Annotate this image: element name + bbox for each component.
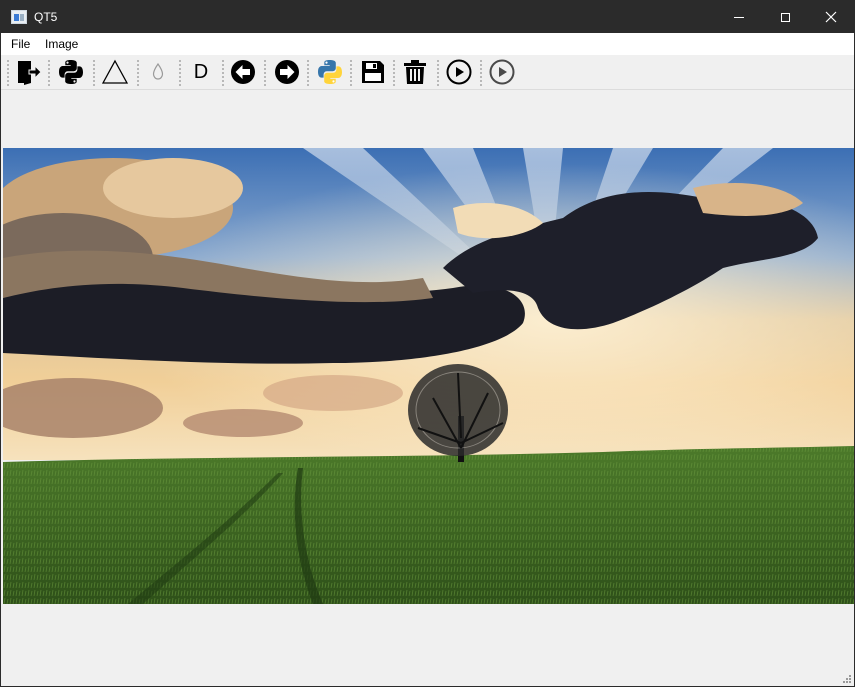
toolbar-separator: [393, 60, 395, 86]
triangle-button[interactable]: [101, 58, 129, 86]
delete-button[interactable]: [401, 58, 429, 86]
resize-grip-icon[interactable]: [841, 673, 851, 683]
toolbar-separator: [307, 60, 309, 86]
toolbar: D: [1, 55, 854, 90]
play-circle-gray-icon: [489, 59, 515, 85]
toolbar-separator: [264, 60, 266, 86]
drop-button[interactable]: [144, 58, 172, 86]
toolbar-separator: [222, 60, 224, 86]
arrow-left-circle-icon: [231, 60, 255, 84]
arrow-right-circle-icon: [275, 60, 299, 84]
python-dark-button[interactable]: [57, 58, 85, 86]
window-title: QT5: [34, 10, 58, 24]
close-button[interactable]: [808, 1, 854, 33]
previous-button[interactable]: [229, 58, 257, 86]
trash-icon: [404, 60, 426, 84]
play-alt-button[interactable]: [488, 58, 516, 86]
landscape-image: [3, 148, 854, 604]
d-button[interactable]: D: [187, 58, 215, 86]
toolbar-separator: [480, 60, 482, 86]
exit-button[interactable]: [14, 58, 42, 86]
app-icon: [11, 10, 27, 24]
minimize-button[interactable]: [716, 1, 762, 33]
minimize-icon: [734, 16, 744, 18]
menu-file[interactable]: File: [11, 37, 30, 51]
landscape-picture: [3, 148, 854, 604]
toolbar-separator: [48, 60, 50, 86]
python-logo-icon: [59, 60, 83, 84]
title-bar[interactable]: QT5: [1, 1, 854, 33]
toolbar-separator: [137, 60, 139, 86]
python-color-button[interactable]: [316, 58, 344, 86]
floppy-save-icon: [362, 61, 384, 83]
toolbar-separator: [179, 60, 181, 86]
maximize-icon: [780, 12, 790, 22]
close-icon: [825, 11, 837, 23]
d-label: D: [193, 60, 209, 83]
play-circle-icon: [446, 59, 472, 85]
toolbar-separator: [7, 60, 9, 86]
next-button[interactable]: [273, 58, 301, 86]
save-button[interactable]: [359, 58, 387, 86]
maximize-button[interactable]: [762, 1, 808, 33]
exit-door-icon: [18, 61, 41, 85]
app-window: QT5 File Image D: [0, 0, 855, 687]
toolbar-separator: [437, 60, 439, 86]
menu-image[interactable]: Image: [45, 37, 78, 51]
menu-bar: File Image: [1, 33, 854, 55]
toolbar-separator: [350, 60, 352, 86]
water-drop-icon: [152, 62, 164, 80]
toolbar-separator: [93, 60, 95, 86]
play-button[interactable]: [445, 58, 473, 86]
triangle-icon: [102, 59, 128, 84]
python-color-logo-icon: [318, 60, 342, 84]
